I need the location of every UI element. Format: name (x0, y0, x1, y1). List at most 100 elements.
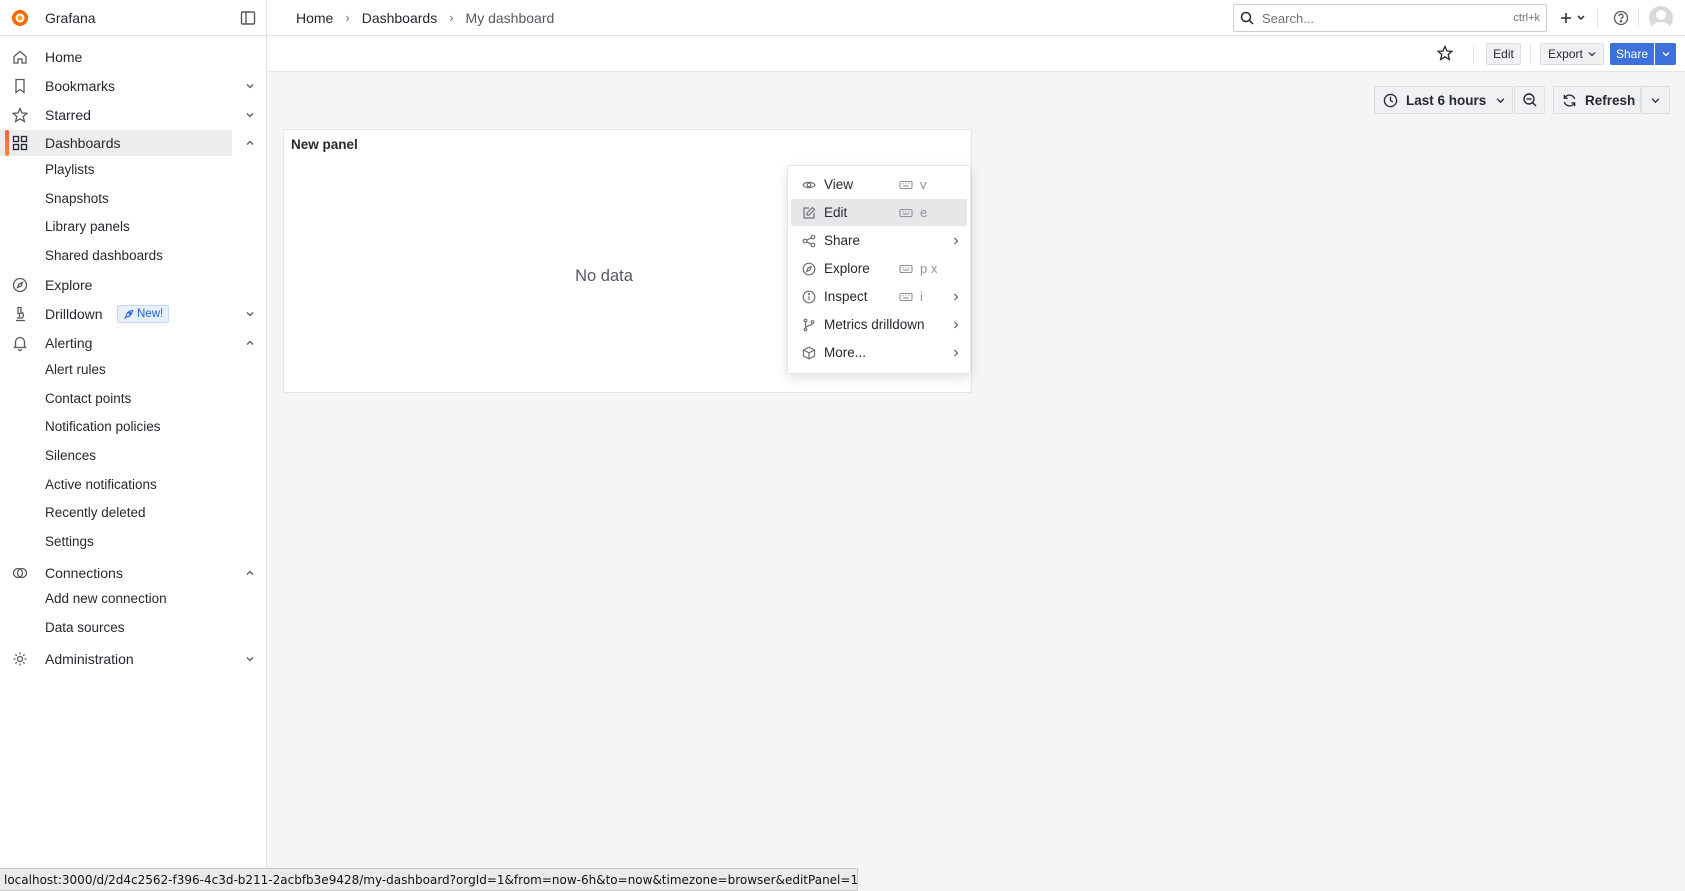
refresh-button[interactable]: Refresh (1553, 86, 1641, 114)
rocket-icon (123, 309, 134, 320)
sidebar-item-snapshots[interactable]: Snapshots (45, 191, 109, 206)
top-bar: Grafana Home › Dashboards › My dashboard… (0, 0, 1685, 36)
chevron-down-icon (1496, 96, 1505, 105)
sidebar-item-playlists[interactable]: Playlists (45, 162, 95, 177)
sidebar-item-drilldown[interactable]: Drilldown New! (0, 301, 254, 327)
sidebar-item-recently-deleted[interactable]: Recently deleted (45, 505, 146, 520)
sidebar-item-label: Dashboards (45, 135, 121, 151)
chevron-right-icon (951, 292, 961, 302)
chevron-right-icon (951, 320, 961, 330)
chevron-down-icon[interactable] (244, 80, 256, 92)
menu-item-label: Edit (824, 205, 848, 220)
sidebar-item-library-panels[interactable]: Library panels (45, 219, 130, 234)
keyboard-icon (899, 206, 913, 220)
divider (1530, 44, 1531, 64)
zoom-out-button[interactable] (1514, 86, 1545, 114)
chevron-down-icon[interactable] (244, 308, 256, 320)
chevron-down-icon[interactable] (244, 109, 256, 121)
connections-icon (12, 565, 28, 581)
sidebar-item-starred[interactable]: Starred (0, 102, 254, 128)
sidebar-item-notification-policies[interactable]: Notification policies (45, 419, 161, 434)
menu-item-label: Inspect (824, 289, 868, 304)
breadcrumb-home[interactable]: Home (296, 10, 333, 26)
clock-icon (1383, 93, 1398, 108)
sidebar-item-dashboards[interactable]: Dashboards (0, 130, 254, 156)
zoom-out-icon (1522, 92, 1538, 108)
menu-item-shortcut: e (920, 205, 928, 220)
app-title: Grafana (45, 9, 96, 26)
grafana-logo-icon[interactable] (10, 8, 30, 28)
user-avatar[interactable] (1649, 6, 1673, 30)
time-range-picker[interactable]: Last 6 hours (1374, 86, 1513, 114)
sidebar-item-home[interactable]: Home (0, 44, 232, 70)
search-icon (1240, 11, 1254, 25)
edit-button[interactable]: Edit (1486, 43, 1521, 65)
chevron-down-icon (1651, 96, 1660, 105)
chevron-right-icon (951, 236, 961, 246)
new-badge-label: New! (137, 308, 164, 320)
menu-item-view[interactable]: View v (791, 171, 967, 198)
sidebar-item-add-new-connection[interactable]: Add new connection (45, 591, 167, 606)
sidebar-item-alert-rules[interactable]: Alert rules (45, 362, 106, 377)
add-new-button[interactable] (1560, 8, 1588, 28)
menu-item-more[interactable]: More... (791, 339, 967, 366)
menu-item-shortcut: p x (920, 261, 938, 276)
sidebar-item-label: Drilldown (45, 306, 103, 322)
menu-item-label: More... (824, 345, 867, 360)
chevron-up-icon[interactable] (244, 137, 256, 149)
sidebar-item-contact-points[interactable]: Contact points (45, 391, 131, 406)
chevron-up-icon[interactable] (244, 567, 256, 579)
star-icon (12, 107, 28, 123)
help-icon[interactable] (1612, 8, 1630, 28)
brand: Grafana (0, 0, 267, 36)
browser-status-url: localhost:3000/d/2d4c2562-f396-4c3d-b211… (0, 868, 858, 891)
new-badge: New! (117, 305, 170, 323)
info-icon (802, 290, 816, 304)
sidebar-item-settings[interactable]: Settings (45, 534, 94, 549)
dock-menu-icon[interactable] (240, 10, 256, 26)
sidebar-item-active-notifications[interactable]: Active notifications (45, 477, 157, 492)
menu-item-inspect[interactable]: Inspect i (791, 283, 967, 310)
apps-icon (12, 135, 28, 151)
keyboard-icon (899, 290, 913, 304)
panel-title[interactable]: New panel (291, 137, 358, 152)
breadcrumb-dashboards[interactable]: Dashboards (362, 10, 438, 26)
sidebar-item-data-sources[interactable]: Data sources (45, 620, 125, 635)
menu-item-label: Share (824, 233, 861, 248)
star-icon[interactable] (1435, 43, 1455, 63)
keyboard-icon (899, 178, 913, 192)
menu-item-metrics-drilldown[interactable]: Metrics drilldown (791, 311, 967, 338)
sidebar-item-explore[interactable]: Explore (0, 272, 232, 298)
share-dropdown-button[interactable] (1655, 43, 1676, 65)
chevron-up-icon[interactable] (244, 337, 256, 349)
sidebar: Home Bookmarks Starred Dashboards Playli… (0, 36, 267, 891)
refresh-interval-picker[interactable] (1641, 86, 1670, 114)
search-input[interactable]: Search... ctrl+k (1233, 4, 1547, 32)
sidebar-item-silences[interactable]: Silences (45, 448, 96, 463)
bell-icon (12, 335, 28, 351)
export-button[interactable]: Export (1540, 43, 1604, 65)
menu-item-edit[interactable]: Edit e (791, 199, 967, 226)
chevron-down-icon (1662, 50, 1670, 58)
sidebar-item-alerting[interactable]: Alerting (0, 330, 254, 356)
menu-item-explore[interactable]: Explore p x (791, 255, 967, 282)
chevron-down-icon[interactable] (244, 653, 256, 665)
home-icon (12, 49, 28, 65)
dashboard-toolbar: Edit Export Share (268, 36, 1685, 72)
menu-item-shortcut: v (920, 177, 927, 192)
sidebar-item-shared-dashboards[interactable]: Shared dashboards (45, 248, 163, 263)
breadcrumb: Home › Dashboards › My dashboard (296, 10, 554, 26)
sidebar-item-bookmarks[interactable]: Bookmarks (0, 73, 254, 99)
sidebar-item-connections[interactable]: Connections (0, 560, 254, 586)
refresh-icon (1562, 93, 1577, 108)
cog-icon (12, 651, 28, 667)
sidebar-item-label: Starred (45, 107, 91, 123)
menu-item-label: Explore (824, 261, 870, 276)
compass-icon (802, 262, 816, 276)
sidebar-item-label: Connections (45, 565, 123, 581)
menu-item-share[interactable]: Share (791, 227, 967, 254)
share-button[interactable]: Share (1610, 43, 1654, 65)
sidebar-item-administration[interactable]: Administration (0, 646, 254, 672)
sidebar-item-label: Administration (45, 651, 134, 667)
compass-icon (12, 277, 28, 293)
